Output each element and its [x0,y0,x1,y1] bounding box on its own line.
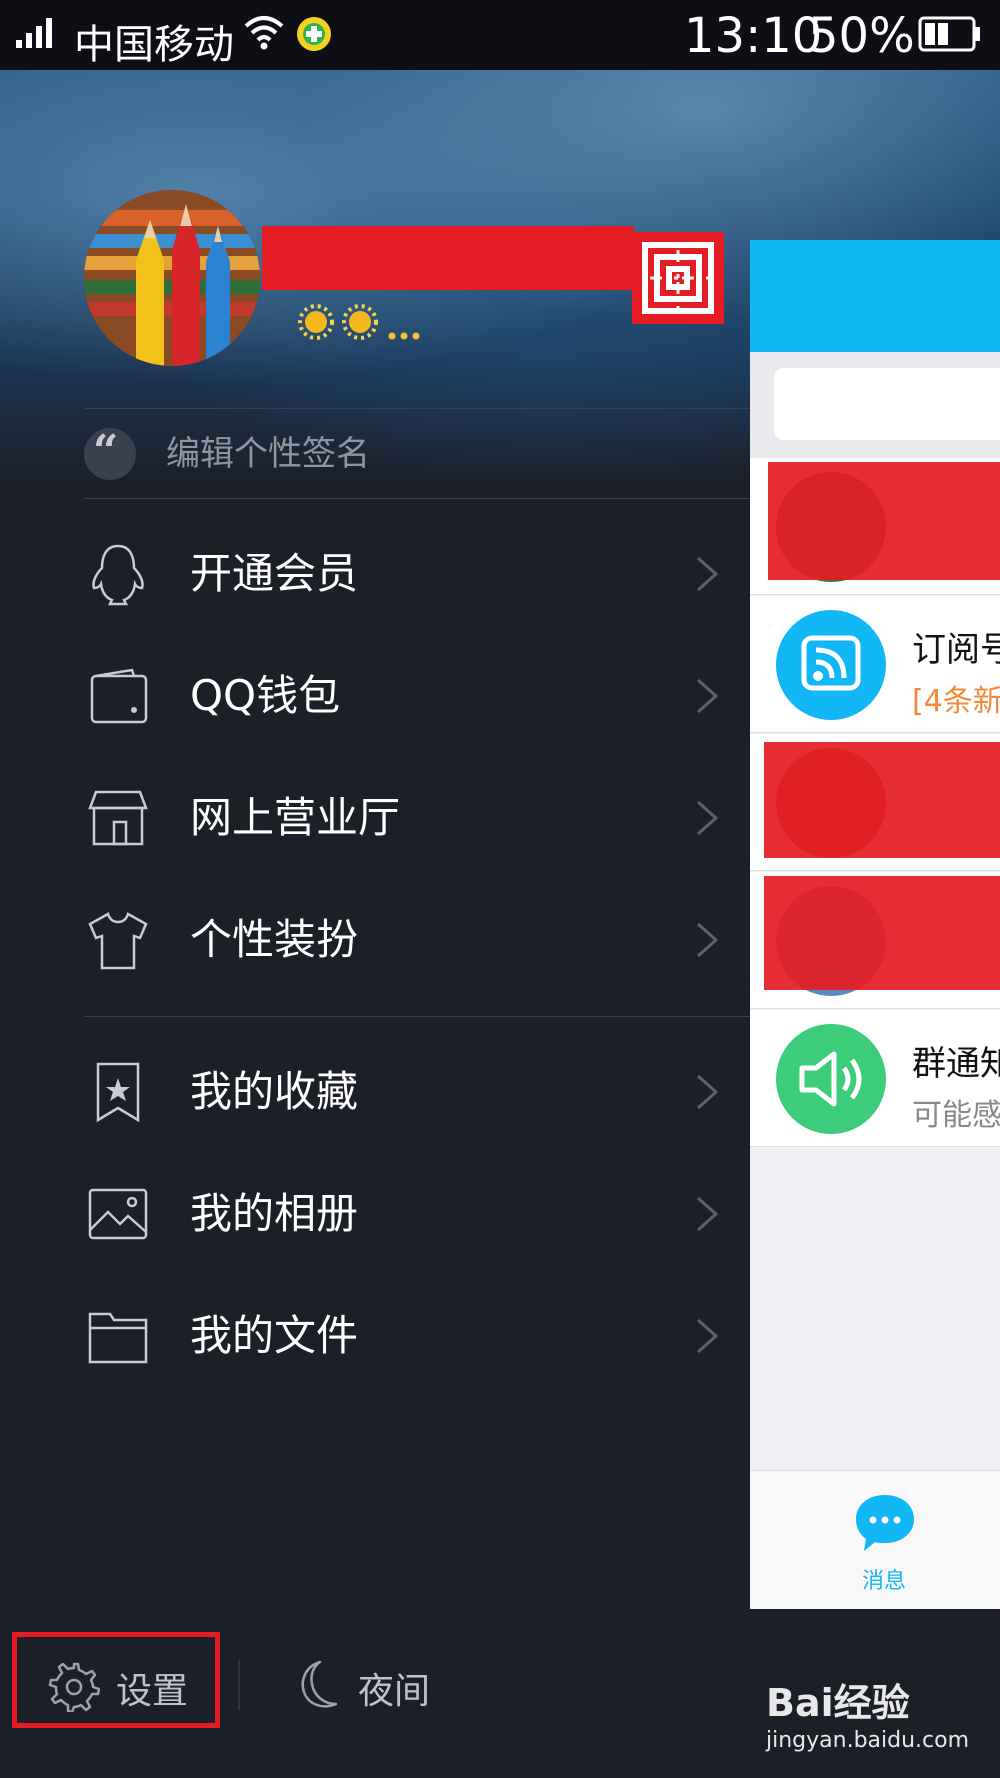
nickname-redacted [262,226,634,290]
status-bar: 中国移动 13:10 50% [0,0,1000,70]
menu-group-divider [84,1016,750,1017]
search-input[interactable] [774,368,1000,440]
edit-signature-link[interactable]: 编辑个性签名 [166,428,370,480]
signature-divider [84,498,750,499]
watermark-brand: Bai经验 [766,1681,910,1725]
menu-item-album[interactable]: 我的相册 [0,1154,750,1274]
menu-item-label: 我的文件 [190,1311,359,1360]
chevron-right-icon [697,556,719,592]
tab-messages[interactable] [854,1493,916,1551]
bottom-divider [238,1660,240,1710]
menu-item-label: QQ钱包 [190,671,341,720]
header-divider [84,408,750,409]
menu-item-favorites[interactable]: 我的收藏 [0,1032,750,1152]
signal-icon [16,18,52,48]
chat-item-redacted [764,876,1000,990]
penguin-icon [92,544,144,606]
chat-preview: [4条新 [912,684,1000,719]
wifi-icon [244,16,284,50]
chevron-right-icon [697,678,719,714]
tshirt-icon [88,912,148,970]
chat-item-group-notice[interactable]: 群通知 可能感 [750,1010,1000,1147]
chevron-right-icon [697,1074,719,1110]
moon-icon [301,1660,338,1708]
carrier-name: 中国移动 [74,22,234,68]
chat-item-redacted [764,742,1000,858]
chat-item-subscriptions[interactable]: 订阅号 [4条新 [750,596,1000,733]
qr-code-button[interactable] [632,232,724,324]
chat-item[interactable] [750,872,1000,1009]
chevron-right-icon [697,800,719,836]
settings-label: 设置 [116,1671,189,1712]
clock: 13:10 [684,8,823,64]
message-bubble-icon [856,1495,914,1551]
menu-item-label: 网上营业厅 [190,793,401,842]
tab-messages-label: 消息 [862,1569,907,1594]
gear-icon [48,1662,100,1712]
chat-item-redacted [768,462,1000,580]
chevron-right-icon [697,922,719,958]
qr-code-icon [642,242,714,314]
photo-icon [88,1188,148,1240]
baidu-jingyan-watermark: Bai经验 jingyan.baidu.com [766,1672,996,1772]
menu-item-wallet[interactable]: QQ钱包 [0,636,750,756]
avatar[interactable] [84,190,260,366]
menu-item-label: 我的相册 [190,1189,359,1238]
level-badge-icon[interactable] [296,300,426,344]
speaker-icon [776,1024,886,1134]
watermark-url: jingyan.baidu.com [766,1728,970,1753]
menu-item-label: 我的收藏 [190,1067,359,1116]
rss-icon [776,610,886,720]
pencils-avatar-image [84,190,260,366]
battery-icon [918,16,980,52]
store-icon [88,790,148,846]
chevron-right-icon [697,1196,719,1232]
menu-item-personalize[interactable]: 个性装扮 [0,880,750,1000]
menu-item-label: 个性装扮 [190,915,359,964]
menu-item-files[interactable]: 我的文件 [0,1276,750,1396]
chat-name: 订阅号 [912,630,1000,670]
chat-item[interactable] [750,458,1000,595]
bottom-tab-bar: 消息 [750,1470,1000,1609]
night-mode-button[interactable]: 夜间 [290,1656,450,1712]
chevron-right-icon [697,1318,719,1354]
folder-icon [88,1312,148,1364]
quote-icon: “ [84,426,136,480]
bookmark-star-icon [96,1062,140,1123]
chat-preview: 可能感 [912,1098,1000,1133]
chat-name: 群通知 [912,1044,1000,1084]
menu-item-vip[interactable]: 开通会员 [0,514,750,634]
security-app-icon [297,17,331,51]
night-label: 夜间 [358,1671,431,1712]
settings-button[interactable]: 设置 [48,1656,208,1712]
chat-item[interactable] [750,734,1000,871]
menu-item-label: 开通会员 [190,549,359,598]
menu-item-business-hall[interactable]: 网上营业厅 [0,758,750,878]
chat-list-header [750,240,1000,352]
wallet-icon [90,668,148,724]
battery-percent: 50% [808,8,915,64]
